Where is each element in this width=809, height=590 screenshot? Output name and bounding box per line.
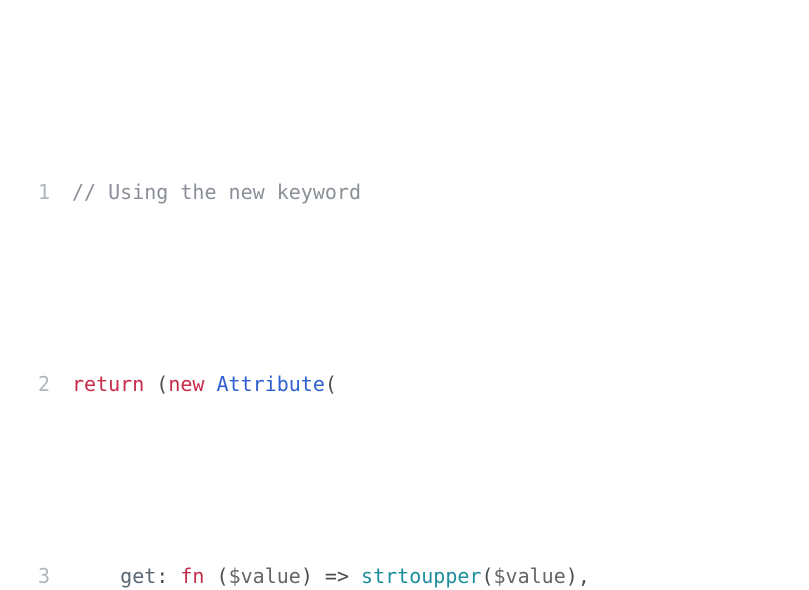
function-token: strtoupper <box>361 564 481 588</box>
line-number: 2 <box>0 360 72 408</box>
param-label-token: get <box>120 564 156 588</box>
code-content: // Using the new keyword <box>72 168 809 216</box>
code-content: return (new Attribute( <box>72 360 809 408</box>
code-content: get: fn ($value) => strtoupper($value), <box>72 552 809 590</box>
keyword-token: return <box>72 372 144 396</box>
keyword-token: new <box>168 372 204 396</box>
code-block: 1 // Using the new keyword 2 return (new… <box>0 0 809 590</box>
line-number: 1 <box>0 168 72 216</box>
arrow-token: => <box>313 564 361 588</box>
comment-token: // Using the new keyword <box>72 180 361 204</box>
code-line: 3 get: fn ($value) => strtoupper($value)… <box>0 552 809 590</box>
code-line: 1 // Using the new keyword <box>0 168 809 216</box>
class-token: Attribute <box>217 372 325 396</box>
keyword-token: fn <box>180 564 204 588</box>
variable-token: $value <box>494 564 566 588</box>
punct-token: ( <box>325 372 337 396</box>
variable-token: $value <box>229 564 301 588</box>
line-number: 3 <box>0 552 72 590</box>
punct-token: ( <box>144 372 168 396</box>
code-line: 2 return (new Attribute( <box>0 360 809 408</box>
